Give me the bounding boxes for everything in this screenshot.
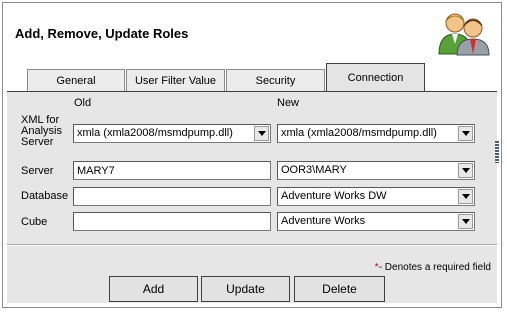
new-database-value: Adventure Works DW bbox=[281, 190, 387, 202]
page-title: Add, Remove, Update Roles bbox=[15, 26, 189, 41]
old-database-input[interactable] bbox=[73, 187, 271, 206]
old-column-header: Old bbox=[74, 97, 92, 109]
roles-dialog: Add, Remove, Update Roles General User F… bbox=[2, 2, 502, 308]
chevron-down-icon[interactable] bbox=[458, 214, 473, 229]
chevron-down-icon[interactable] bbox=[458, 189, 473, 204]
chevron-down-icon[interactable] bbox=[254, 126, 269, 141]
tab-general-label: General bbox=[56, 75, 96, 87]
new-cube-value: Adventure Works bbox=[281, 215, 366, 227]
tab-user-filter-value[interactable]: User Filter Value bbox=[126, 69, 225, 92]
new-xmla-select[interactable]: xmla (xmla2008/msmdpump.dll) bbox=[277, 124, 475, 143]
old-xmla-select[interactable]: xmla (xmla2008/msmdpump.dll) bbox=[73, 124, 271, 143]
database-label: Database bbox=[21, 190, 69, 202]
new-server-select[interactable]: OOR3\MARY bbox=[277, 161, 475, 180]
chevron-down-icon[interactable] bbox=[458, 126, 473, 141]
new-server-value: OOR3\MARY bbox=[281, 164, 347, 176]
tab-connection-label: Connection bbox=[347, 72, 404, 84]
cube-label: Cube bbox=[21, 216, 48, 228]
resize-grip[interactable] bbox=[495, 141, 499, 163]
new-column-header: New bbox=[277, 97, 300, 109]
update-button[interactable]: Update bbox=[201, 276, 290, 302]
connection-panel: Old New XML for Analysis Server xmla (xm… bbox=[7, 91, 497, 303]
delete-button[interactable]: Delete bbox=[294, 276, 385, 302]
divider bbox=[7, 244, 497, 246]
xmla-label-line-3: Server bbox=[21, 136, 54, 148]
tab-security-label: Security bbox=[255, 75, 296, 87]
xmla-label: XML for Analysis Server bbox=[21, 115, 62, 148]
new-database-select[interactable]: Adventure Works DW bbox=[277, 187, 475, 206]
new-cube-select[interactable]: Adventure Works bbox=[277, 212, 475, 231]
required-note-text: - Denotes a required field bbox=[378, 262, 491, 273]
tab-bar: General User Filter Value Security Conne… bbox=[27, 63, 497, 92]
tab-connection[interactable]: Connection bbox=[326, 63, 425, 92]
old-cube-input[interactable] bbox=[73, 212, 271, 231]
dialog-header: Add, Remove, Update Roles bbox=[3, 3, 501, 65]
server-label: Server bbox=[21, 165, 54, 177]
old-server-input[interactable] bbox=[73, 161, 271, 180]
users-icon bbox=[438, 13, 490, 56]
add-button[interactable]: Add bbox=[109, 276, 198, 302]
chevron-down-icon[interactable] bbox=[458, 163, 473, 178]
tab-security[interactable]: Security bbox=[226, 69, 325, 92]
new-xmla-value: xmla (xmla2008/msmdpump.dll) bbox=[281, 127, 437, 139]
tab-general[interactable]: General bbox=[27, 69, 125, 92]
tab-user-filter-value-label: User Filter Value bbox=[134, 75, 217, 87]
required-field-note: *- Denotes a required field bbox=[375, 262, 491, 273]
old-xmla-value: xmla (xmla2008/msmdpump.dll) bbox=[77, 127, 233, 139]
